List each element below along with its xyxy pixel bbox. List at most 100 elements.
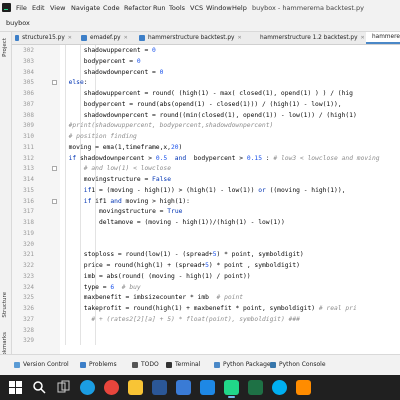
python-packages-tool-button[interactable]: Python Packages bbox=[214, 361, 274, 368]
structure-tool-tab[interactable]: Structure bbox=[2, 292, 8, 318]
close-icon[interactable]: ✕ bbox=[361, 35, 365, 41]
code-line[interactable]: bodypercent = 0 bbox=[84, 58, 141, 65]
code-token: type = bbox=[83, 283, 111, 291]
code-token: stoploss = round(low(1) - (spread+ bbox=[83, 251, 213, 259]
line-number: 304 bbox=[23, 68, 34, 76]
bottom-tool-bar: Version Control Problems TODO Terminal Pytho… bbox=[0, 354, 400, 375]
code-line[interactable]: else: bbox=[69, 79, 88, 86]
line-number: 316 bbox=[23, 197, 34, 205]
code-line[interactable]: # position finding bbox=[69, 133, 137, 140]
menu-navigate[interactable]: Navigate bbox=[71, 4, 100, 12]
code-line[interactable]: shadowdownpercent = 0 bbox=[84, 69, 164, 76]
code-line[interactable]: maxbenefit = imbsizecounter * imb # poin… bbox=[84, 294, 243, 301]
edge-icon[interactable] bbox=[80, 380, 95, 395]
left-tool-stripe: Project Structure Bookmarks bbox=[0, 32, 12, 363]
list-icon bbox=[132, 361, 138, 368]
code-editor[interactable]: shadowuppercent = 0 bodypercent = 0 shadow… bbox=[61, 45, 400, 354]
close-icon[interactable]: ✕ bbox=[124, 35, 128, 41]
file-explorer-icon[interactable] bbox=[128, 380, 143, 395]
chrome-icon[interactable] bbox=[104, 380, 119, 395]
version-control-tool-button[interactable]: Version Control bbox=[14, 361, 69, 368]
code-token: ) * point , symboldigit) bbox=[208, 262, 300, 269]
code-token: and bbox=[174, 154, 187, 162]
code-token: maxbenefit = imbsizecounter * imb bbox=[83, 294, 217, 302]
tool-label: Version Control bbox=[23, 361, 69, 368]
fold-marker-icon[interactable] bbox=[52, 198, 57, 204]
menu-vcs[interactable]: VCS bbox=[190, 4, 203, 12]
excel-icon[interactable] bbox=[248, 380, 263, 395]
tab-emadef[interactable]: emadef.py ✕ bbox=[78, 32, 130, 44]
word-icon[interactable] bbox=[152, 380, 167, 395]
code-line[interactable]: if shadowdownpercent > 0.5 and bodyperce… bbox=[69, 155, 380, 162]
search-icon[interactable] bbox=[32, 380, 47, 395]
code-line[interactable]: # and low(1) < lowclose bbox=[84, 165, 171, 172]
code-line[interactable]: movingstructure = False bbox=[84, 176, 171, 183]
line-number: 306 bbox=[23, 90, 34, 97]
menu-refactor[interactable]: Refactor bbox=[124, 4, 151, 12]
tab-hammerstructure-backtest[interactable]: hammerstructure backtest.py ✕ bbox=[136, 32, 248, 44]
task-view-icon[interactable] bbox=[56, 380, 71, 395]
code-line[interactable]: shadowuppercent = round( (high(1) - max(… bbox=[84, 90, 353, 97]
close-icon[interactable]: ✕ bbox=[237, 35, 241, 41]
code-line[interactable]: # + (rates2[2][a] + 5) * float(point), s… bbox=[91, 316, 300, 323]
python-console-tool-button[interactable]: Python Console bbox=[270, 361, 326, 368]
code-line[interactable]: deltamove = (moving - high(1))/(high(1) … bbox=[99, 219, 285, 226]
code-token: # position finding bbox=[68, 133, 137, 140]
code-line[interactable]: if1 = (moving - high(1)) > (high(1) - lo… bbox=[84, 187, 346, 194]
project-breadcrumb[interactable]: buybox bbox=[6, 19, 30, 27]
line-number: 317 bbox=[23, 208, 34, 216]
menu-run[interactable]: Run bbox=[153, 4, 165, 12]
close-icon[interactable]: ✕ bbox=[68, 35, 72, 41]
code-line[interactable]: movingstructure = True bbox=[99, 208, 182, 215]
menu-help[interactable]: Help bbox=[232, 4, 247, 12]
line-number: 312 bbox=[23, 154, 34, 162]
tab-hammerema-active[interactable]: hammerema bbox=[366, 32, 400, 44]
menu-view[interactable]: View bbox=[50, 4, 65, 12]
line-number-gutter: 302 303 304 305 306 307 308 309 310 311 312 313 314 3… bbox=[12, 45, 60, 354]
terminal-tool-button[interactable]: Terminal bbox=[166, 361, 200, 368]
line-number: 305 bbox=[23, 79, 34, 87]
code-line[interactable]: imb = abs(round( (moving - high(1) / poi… bbox=[84, 273, 251, 280]
code-line[interactable]: takeprofit = round(high(1) + maxbenefit … bbox=[84, 305, 357, 312]
code-token: movingstructure = bbox=[99, 208, 168, 216]
code-token: shadowuppercent = bbox=[83, 47, 153, 54]
todo-tool-button[interactable]: TODO bbox=[132, 361, 159, 368]
code-token: bodypercent = bbox=[83, 57, 137, 65]
windows-start-icon[interactable] bbox=[8, 380, 23, 395]
code-token: # + (rates2[2][a] + 5) * float(point), s… bbox=[91, 315, 300, 323]
menu-file[interactable]: File bbox=[16, 4, 27, 12]
code-line[interactable]: bodypercent = round(abs(opend(1) - close… bbox=[84, 101, 346, 108]
menu-bar: File Edit View Navigate Code Refactor Ru… bbox=[0, 0, 400, 15]
project-tool-tab[interactable]: Project bbox=[2, 38, 8, 57]
indent-guide bbox=[79, 45, 81, 345]
code-line[interactable]: moving = ema(1,timeframe,x,20) bbox=[69, 144, 183, 151]
fold-marker-icon[interactable] bbox=[52, 80, 57, 86]
terminal-icon bbox=[166, 361, 172, 368]
python-icon bbox=[270, 361, 276, 368]
code-token: 20 bbox=[170, 143, 179, 151]
tab-structure15[interactable]: structure15.py ✕ bbox=[12, 32, 72, 44]
menu-tools[interactable]: Tools bbox=[169, 4, 185, 12]
line-number: 327 bbox=[23, 315, 34, 323]
code-line[interactable]: if if1 and moving > high(1): bbox=[84, 198, 190, 205]
mail-icon[interactable] bbox=[200, 380, 215, 395]
skype-icon[interactable] bbox=[272, 380, 287, 395]
code-line[interactable]: stoploss = round(low(1) - (spread+5) * p… bbox=[84, 251, 304, 258]
line-number: 320 bbox=[23, 240, 34, 248]
code-line[interactable]: type = 6 # buy bbox=[84, 284, 141, 291]
media-icon[interactable] bbox=[296, 380, 311, 395]
menu-window[interactable]: Window bbox=[206, 4, 232, 12]
pycharm-icon[interactable] bbox=[224, 380, 239, 398]
menu-code[interactable]: Code bbox=[103, 4, 120, 12]
code-line[interactable]: shadowuppercent = 0 bbox=[84, 47, 156, 54]
code-line[interactable]: shadowdownpercent = round((min(closed(1)… bbox=[84, 112, 357, 119]
tab-hammerstructure-1-2-backtest[interactable]: hammerstructure 1.2 backtest.py ✕ bbox=[254, 32, 365, 44]
menu-edit[interactable]: Edit bbox=[32, 4, 45, 12]
fold-marker-icon[interactable] bbox=[52, 166, 57, 172]
code-line[interactable]: #print(shadowuppercent, bodypercent,shad… bbox=[69, 122, 274, 129]
line-number: 326 bbox=[23, 305, 34, 312]
problems-tool-button[interactable]: Problems bbox=[80, 361, 117, 368]
code-token: shadowuppercent = round( (high(1) - max(… bbox=[83, 90, 353, 97]
store-icon[interactable] bbox=[176, 380, 191, 395]
code-line[interactable]: price = round(high(1) + (spread+5) * poi… bbox=[84, 262, 300, 269]
